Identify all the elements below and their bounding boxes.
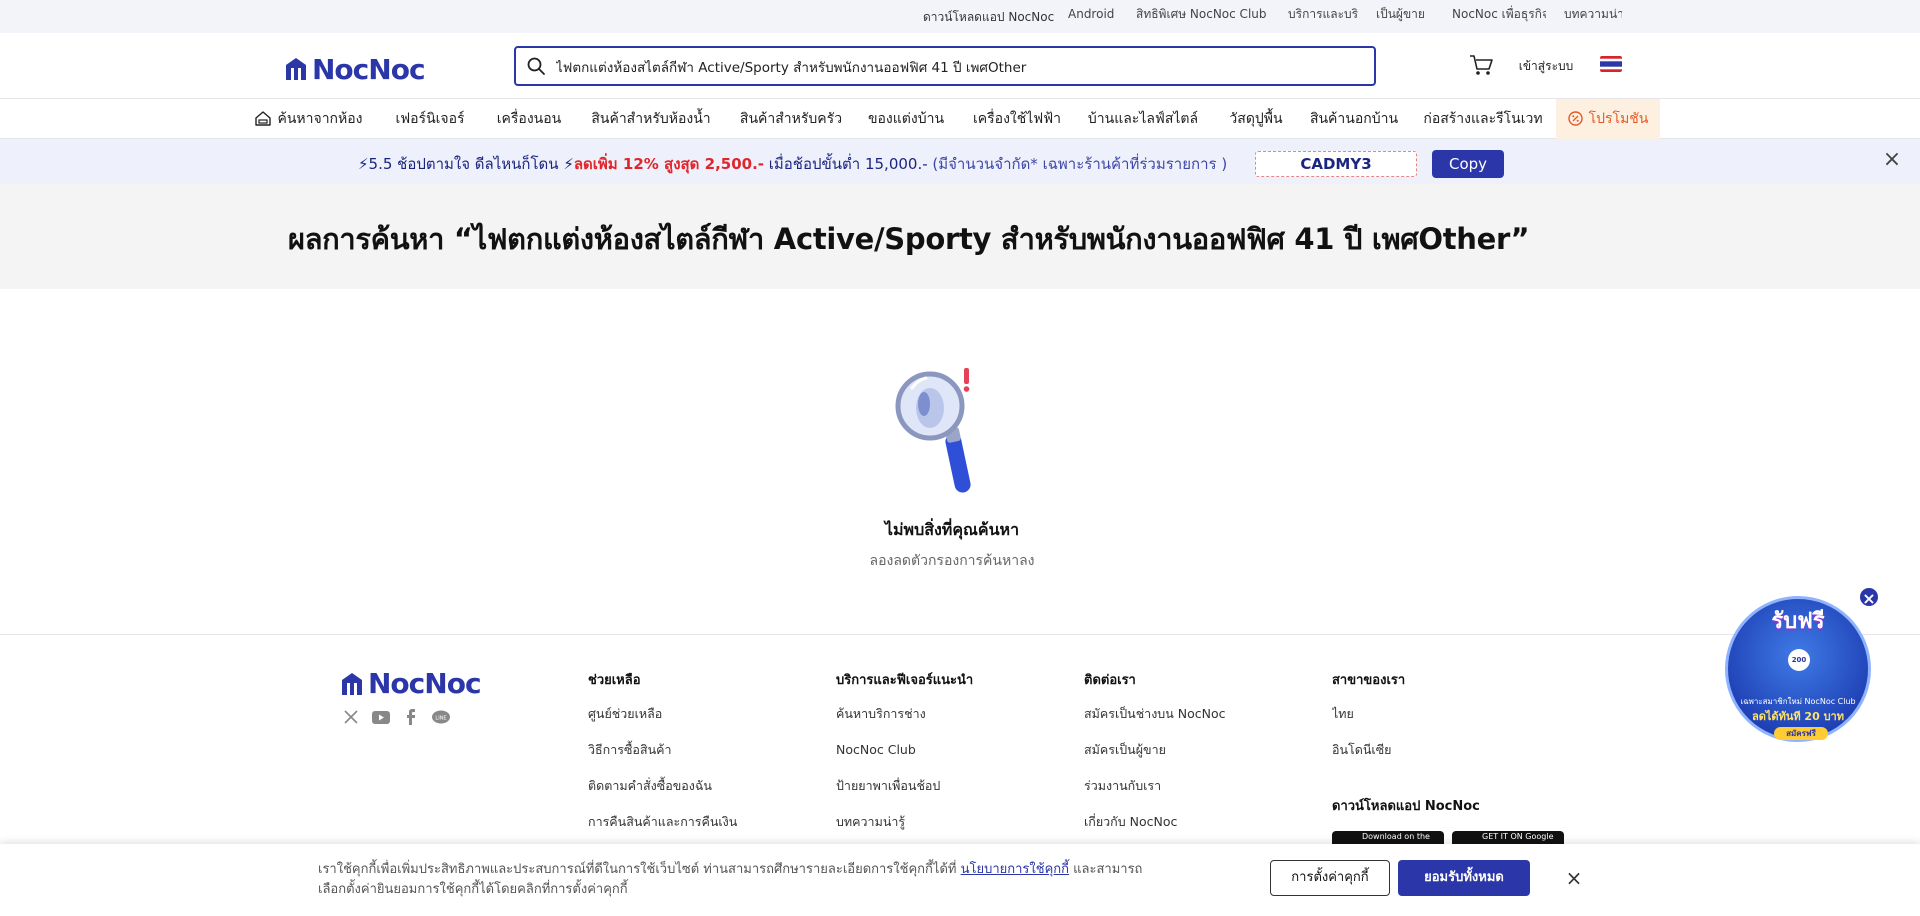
download-app-text[interactable]: ดาวน์โหลดแอป NocNoc xyxy=(923,8,1054,27)
topbar-link-nocnoc-club[interactable]: สิทธิพิเศษ NocNoc Club xyxy=(1134,4,1272,27)
category-construction[interactable]: ก่อสร้างและรีโนเวท xyxy=(1412,99,1554,139)
magnifier-illustration-icon xyxy=(895,368,971,493)
social-links: LINE xyxy=(340,707,452,727)
footer-link[interactable]: สมัครเป็นผู้ขาย xyxy=(1084,738,1174,762)
footer-link[interactable]: อินโดนีเซีย xyxy=(1332,738,1392,762)
footer-heading: สาขาของเรา xyxy=(1332,673,1406,688)
cookie-policy-link[interactable]: นโยบายการใช้คุกกี้ xyxy=(961,862,1069,877)
topbar-link-android[interactable]: Android xyxy=(1066,4,1118,27)
footer-download-app: ดาวน์โหลดแอป NocNoc xyxy=(1332,799,1480,814)
category-appliances[interactable]: เครื่องใช้ไฟฟ้า xyxy=(960,99,1074,139)
facebook-icon[interactable] xyxy=(400,707,422,727)
topbar-link-business[interactable]: NocNoc เพื่อธุรกิจ xyxy=(1450,4,1546,27)
footer-heading: ติดต่อเรา xyxy=(1084,673,1136,688)
search-result-title: ผลการค้นหา “ไฟตกแต่งห้องสไตล์กีฬา Active… xyxy=(288,222,1530,256)
promo-part-discount: ลดเพิ่ม 12% สูงสุด 2,500.- xyxy=(573,155,765,173)
footer-column-branches: สาขาของเรา ไทย อินโดนีเซีย xyxy=(1332,669,1405,774)
footer-link[interactable]: การคืนสินค้าและการคืนเงิน xyxy=(588,810,748,834)
promo-banner-text[interactable]: ⚡5.5 ช้อปตามใจ ดีลไหนก็โดน ⚡ลดเพิ่ม 12% … xyxy=(358,152,1227,176)
category-home-lifestyle[interactable]: บ้านและไลฟ์สไตล์ xyxy=(1076,99,1210,139)
copy-code-button[interactable]: Copy xyxy=(1432,150,1504,178)
float-promo-close-icon[interactable]: × xyxy=(1858,586,1880,608)
footer-column-contact: ติดต่อเรา สมัครเป็นช่างบน NocNoc สมัครเป… xyxy=(1084,669,1234,846)
room-icon xyxy=(255,111,272,126)
promo-part-condition: (มีจำนวนจำกัด* เฉพาะร้านค้าที่ร่วมรายการ… xyxy=(927,155,1228,173)
empty-state-subtitle: ลองลดตัวกรองการค้นหาลง xyxy=(869,553,1035,569)
empty-state-title: ไม่พบสิ่งที่คุณค้นหา xyxy=(884,520,1020,539)
category-flooring[interactable]: วัสดุปูพื้น xyxy=(1216,99,1296,139)
footer-heading: บริการและฟีเจอร์แนะนำ xyxy=(836,673,974,688)
promo-banner: ⚡5.5 ช้อปตามใจ ดีลไหนก็โดน ⚡ลดเพิ่ม 12% … xyxy=(0,139,1920,184)
float-promo-signup-button[interactable]: สมัครฟรี xyxy=(1774,727,1828,740)
footer-link[interactable]: ร่วมงานกับเรา xyxy=(1084,774,1174,798)
cookie-settings-button[interactable]: การตั้งค่าคุกกี้ xyxy=(1270,860,1390,896)
topbar-link-articles[interactable]: บทความน่ารู้ xyxy=(1562,4,1622,27)
footer-link[interactable]: ป้ายยาพาเพื่อนช้อป xyxy=(836,774,948,798)
category-home-decor[interactable]: ของแต่งบ้าน xyxy=(858,99,954,139)
float-promo-title: รับฟรี xyxy=(1771,609,1825,634)
cart-icon[interactable] xyxy=(1468,53,1494,77)
thai-flag-icon[interactable] xyxy=(1600,56,1622,72)
logo-text: NocNoc xyxy=(312,52,426,86)
coin-icon: 200 xyxy=(1788,649,1810,671)
footer-link[interactable]: เกี่ยวกับ NocNoc xyxy=(1084,810,1196,834)
nocnoc-logo-icon xyxy=(286,58,306,80)
footer-column-services: บริการและฟีเจอร์แนะนำ ค้นหาบริการช่าง No… xyxy=(836,669,973,846)
float-promo-line2: ลดได้ทันที 20 บาท xyxy=(1752,710,1844,723)
promo-icon xyxy=(1567,111,1583,126)
top-utility-bar: ดาวน์โหลดแอป NocNoc Android สิทธิพิเศษ N… xyxy=(0,0,1920,33)
topbar-link-become-seller[interactable]: เป็นผู้ขาย xyxy=(1374,4,1434,27)
category-outdoor[interactable]: สินค้านอกบ้าน xyxy=(1298,99,1410,139)
category-furniture[interactable]: เฟอร์นิเจอร์ xyxy=(380,99,480,139)
nocnoc-logo-icon xyxy=(342,672,362,695)
promo-part-campaign: ⚡5.5 ช้อปตามใจ ดีลไหนก็โดน ⚡ xyxy=(358,155,574,173)
category-bedding[interactable]: เครื่องนอน xyxy=(482,99,576,139)
banner-close-icon[interactable]: × xyxy=(1882,149,1902,171)
nocnoc-logo[interactable]: NocNoc xyxy=(284,52,426,86)
cookie-text: เราใช้คุกกี้เพื่อเพิ่มประสิทธิภาพและประส… xyxy=(318,860,1148,900)
footer-heading: ช่วยเหลือ xyxy=(588,673,641,688)
accept-all-cookies-button[interactable]: ยอมรับทั้งหมด xyxy=(1398,860,1530,896)
promo-part-minimum: เมื่อช้อปขั้นต่ำ 15,000.- xyxy=(764,155,928,173)
line-icon[interactable]: LINE xyxy=(430,707,452,727)
footer-logo[interactable]: NocNoc xyxy=(340,667,482,700)
footer-link[interactable]: สมัครเป็นช่างบน NocNoc xyxy=(1084,702,1234,726)
footer-link[interactable]: วิธีการซื้อสินค้า xyxy=(588,738,678,762)
footer-link[interactable]: NocNoc Club xyxy=(836,738,918,762)
footer-column-help: ช่วยเหลือ ศูนย์ช่วยเหลือ วิธีการซื้อสินค… xyxy=(588,669,748,846)
cookie-text-before: เราใช้คุกกี้เพื่อเพิ่มประสิทธิภาพและประส… xyxy=(318,862,961,877)
footer-link[interactable]: ไทย xyxy=(1332,702,1362,726)
search-icon[interactable] xyxy=(526,56,546,76)
x-icon[interactable] xyxy=(340,707,362,727)
cookie-close-icon[interactable]: × xyxy=(1560,864,1588,892)
search-bar[interactable] xyxy=(514,46,1376,86)
category-kitchen[interactable]: สินค้าสำหรับครัว xyxy=(726,99,856,139)
topbar-link-services[interactable]: บริการและบริการ xyxy=(1286,4,1358,27)
promo-code[interactable]: CADMY3 xyxy=(1255,151,1417,177)
footer-link[interactable]: ค้นหาบริการช่าง xyxy=(836,702,926,726)
svg-text:LINE: LINE xyxy=(435,715,446,721)
footer-link[interactable]: ติดตามคำสั่งซื้อของฉัน xyxy=(588,774,723,798)
category-find-by-room[interactable]: ค้นหาจากห้อง xyxy=(244,99,374,139)
category-nav: ค้นหาจากห้อง เฟอร์นิเจอร์ เครื่องนอน สิน… xyxy=(0,99,1920,139)
youtube-icon[interactable] xyxy=(370,707,392,727)
footer-link[interactable]: บทความน่ารู้ xyxy=(836,810,912,834)
nocnoc-club-floating-promo[interactable]: รับฟรี 200 เฉพาะสมาชิกใหม่ NocNoc Club ล… xyxy=(1725,596,1871,742)
footer-link[interactable]: ศูนย์ช่วยเหลือ xyxy=(588,702,670,726)
cookie-consent-bar: เราใช้คุกกี้เพื่อเพิ่มประสิทธิภาพและประส… xyxy=(0,844,1920,916)
footer-logo-text: NocNoc xyxy=(368,667,482,700)
category-label: ค้นหาจากห้อง xyxy=(277,111,363,127)
search-result-header: ผลการค้นหา “ไฟตกแต่งห้องสไตล์กีฬา Active… xyxy=(0,184,1920,289)
category-bathroom[interactable]: สินค้าสำหรับห้องน้ำ xyxy=(578,99,724,139)
login-button[interactable]: เข้าสู่ระบบ xyxy=(1506,49,1586,83)
category-label: โปรโมชัน xyxy=(1588,111,1649,127)
main-header: NocNoc เข้าสู่ระบบ xyxy=(0,33,1920,99)
search-input[interactable] xyxy=(556,56,1356,78)
category-promotion[interactable]: โปรโมชัน xyxy=(1556,99,1660,139)
